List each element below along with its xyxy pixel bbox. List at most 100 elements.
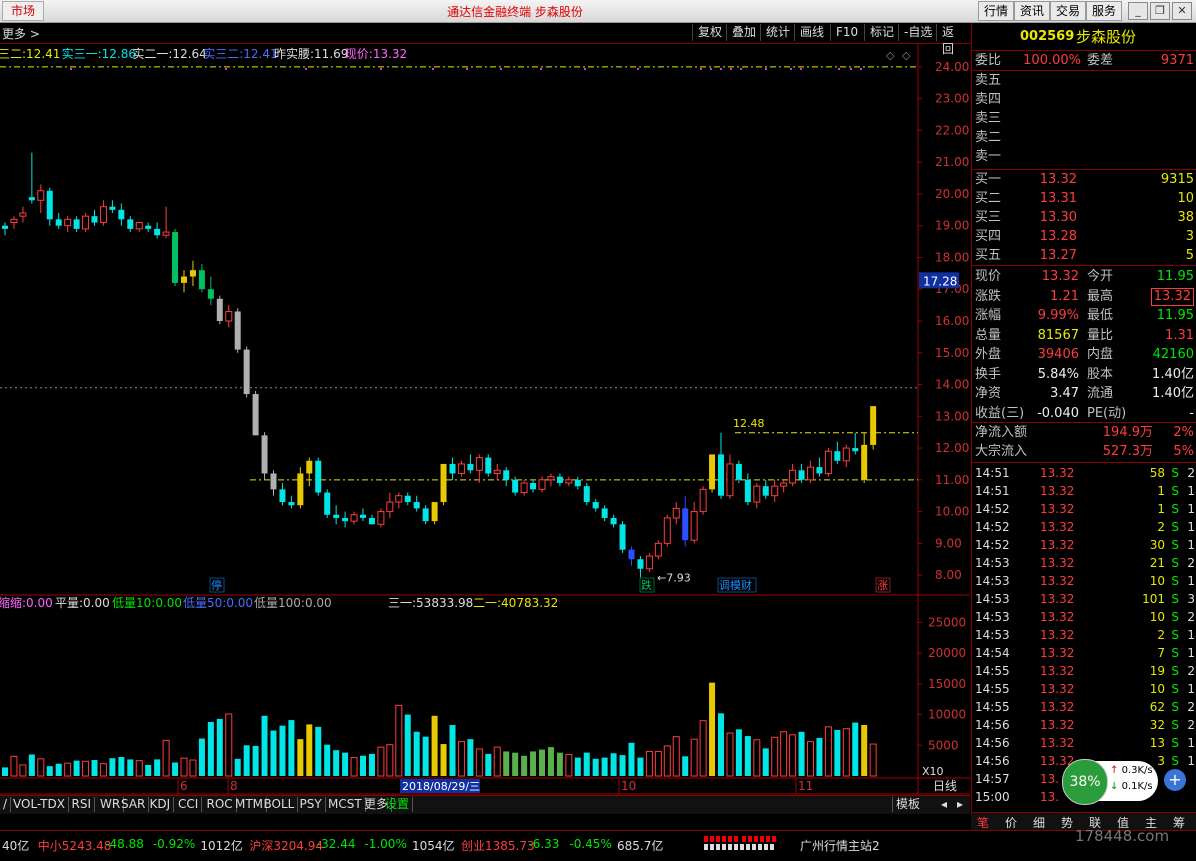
event-badge[interactable]: 调模财 (717, 577, 757, 593)
svg-text:2018/08/29/三: 2018/08/29/三 (402, 780, 480, 793)
speed-widget[interactable]: 38% ↑ 0.3K/s ↓ 0.1K/s (1062, 759, 1158, 805)
indicator-tab-cci[interactable]: CCI (175, 797, 203, 812)
tick-volume: 3 (1157, 754, 1165, 768)
candle (431, 502, 438, 525)
adjust-button[interactable]: 复权 (692, 24, 727, 41)
watchlist-button[interactable]: -自选 (898, 24, 937, 41)
indicator-tab-sar[interactable]: SAR (118, 797, 150, 812)
tick-volume: 13 (1149, 736, 1165, 750)
tick-count: 1 (1187, 736, 1195, 750)
more-menu-link[interactable]: 更多 > (2, 25, 40, 42)
tick-volume: 2 (1157, 628, 1165, 642)
candlestick-chart[interactable]: 三二:12.41 实三一:12.86实二一:12.64实三二:12.41昨实腰:1… (0, 44, 970, 596)
overlay-button[interactable]: 叠加 (726, 24, 761, 41)
buy-row: 买一 13.32 9315 (972, 170, 1196, 189)
volume-bar (64, 762, 72, 777)
quotes-menu-button[interactable]: 行情 (978, 1, 1015, 21)
volume-bar (762, 748, 769, 776)
candle (547, 473, 555, 487)
weibi-label: 委比 (975, 53, 1002, 68)
stat-label: 今开 (1087, 269, 1114, 284)
tick-time: 14:55 (975, 700, 1010, 714)
stat-row: 现价 13.32 今开 11.95 (972, 267, 1196, 286)
indicator-tab-kdj[interactable]: KDJ (147, 797, 175, 812)
right-tab[interactable]: 筹 (1167, 814, 1191, 831)
volume-bar (672, 736, 680, 777)
draw-button[interactable]: 画线 (794, 24, 829, 41)
event-badge[interactable]: 停 (209, 577, 225, 593)
trade-menu-button[interactable]: 交易 (1050, 1, 1087, 21)
indicator-tab-mcst[interactable]: MCST (325, 797, 366, 812)
candles (2, 152, 877, 578)
stats-button[interactable]: 统计 (760, 24, 795, 41)
right-tab[interactable]: 笔 (971, 814, 995, 831)
svg-text:跌: 跌 (641, 578, 652, 592)
price-tick-label: 23.00 (935, 92, 969, 106)
f10-button[interactable]: F10 (830, 24, 863, 41)
price-tick-label: 16.00 (935, 314, 969, 328)
tick-direction: S (1171, 754, 1179, 768)
volume-bar (46, 766, 53, 776)
indicator-tab-boll[interactable]: BOLL (261, 797, 299, 812)
diamond-icon[interactable]: ◇ (902, 49, 911, 62)
indicator-tab-vol-tdx[interactable]: VOL-TDX (10, 797, 69, 812)
scroll-left-icon[interactable]: ◂ (938, 797, 950, 812)
volume-bar (574, 757, 581, 776)
volume-bar (547, 747, 554, 776)
candle (718, 432, 724, 499)
tick-direction: S (1171, 736, 1179, 750)
stat-row: 涨幅 9.99% 最低 11.95 (972, 306, 1196, 325)
back-button[interactable]: 返回 (936, 24, 970, 56)
volume-bar (512, 752, 519, 776)
mark-button[interactable]: 标记 (864, 24, 899, 41)
volume-bar (225, 713, 233, 777)
tick-direction: S (1171, 520, 1179, 534)
add-icon[interactable]: + (1164, 769, 1186, 791)
tick-time: 14:56 (975, 718, 1010, 732)
stat-value: 13.32 (1150, 287, 1194, 306)
template-button[interactable]: 模板 (892, 797, 923, 812)
period-label[interactable]: 日线 (933, 779, 957, 793)
volume-bar (744, 736, 751, 776)
right-tab[interactable]: 细 (1027, 814, 1051, 831)
event-badge[interactable]: 跌 (639, 577, 655, 593)
tick-direction: S (1171, 646, 1179, 660)
candle (368, 514, 375, 525)
app-title: 通达信金融终端 步森股份 (447, 5, 583, 19)
stat-label: 净资 (975, 386, 1002, 401)
watermark-text: 178448.com (1075, 827, 1170, 845)
indicator-tab-设置[interactable]: 设置 (382, 797, 414, 812)
flow-row: 净流入额 194.9万 2% (972, 423, 1196, 442)
candle (574, 476, 581, 490)
volume-bar (297, 739, 304, 776)
restore-icon[interactable]: ❐ (1150, 2, 1170, 20)
candle (538, 476, 546, 493)
scroll-right-icon[interactable]: ▸ (954, 797, 966, 812)
price-tick-label: 19.00 (935, 219, 969, 233)
news-menu-button[interactable]: 资讯 (1014, 1, 1051, 21)
server-label[interactable]: 广州行情主站2 (800, 837, 880, 854)
indicator-tab-rsi[interactable]: RSI (69, 797, 95, 812)
right-tab[interactable]: 价 (999, 814, 1023, 831)
stat-value: - (1189, 405, 1194, 421)
event-badge[interactable]: 涨 (875, 577, 891, 593)
tick-direction: S (1171, 484, 1179, 498)
volume-bar (99, 763, 107, 777)
buy-volume: 10 (1177, 191, 1194, 206)
svg-text:涨: 涨 (877, 579, 888, 592)
tick-direction: S (1171, 610, 1179, 624)
indicator-tab-psy[interactable]: PSY (297, 797, 326, 812)
volume-bar (753, 739, 761, 777)
volume-axis: 25000 20000 15000 10000 5000 X10 (918, 615, 966, 778)
volume-indicator-value: 二一:40783.32 (473, 596, 558, 610)
minimize-icon[interactable]: _ (1128, 2, 1148, 20)
diamond-icon[interactable]: ◇ (886, 49, 895, 62)
close-icon[interactable]: ✕ (1172, 2, 1192, 20)
tick-time: 14:57 (975, 772, 1010, 786)
service-menu-button[interactable]: 服务 (1086, 1, 1123, 21)
volume-chart[interactable]: 缩缩:0.00 平量:0.00 低量10:0.00 低量50:0.00 低量100:0.… (0, 596, 970, 796)
volume-bar (449, 725, 456, 776)
volume-bar (118, 756, 125, 776)
volume-bar (583, 752, 590, 776)
volume-bar (475, 748, 483, 777)
